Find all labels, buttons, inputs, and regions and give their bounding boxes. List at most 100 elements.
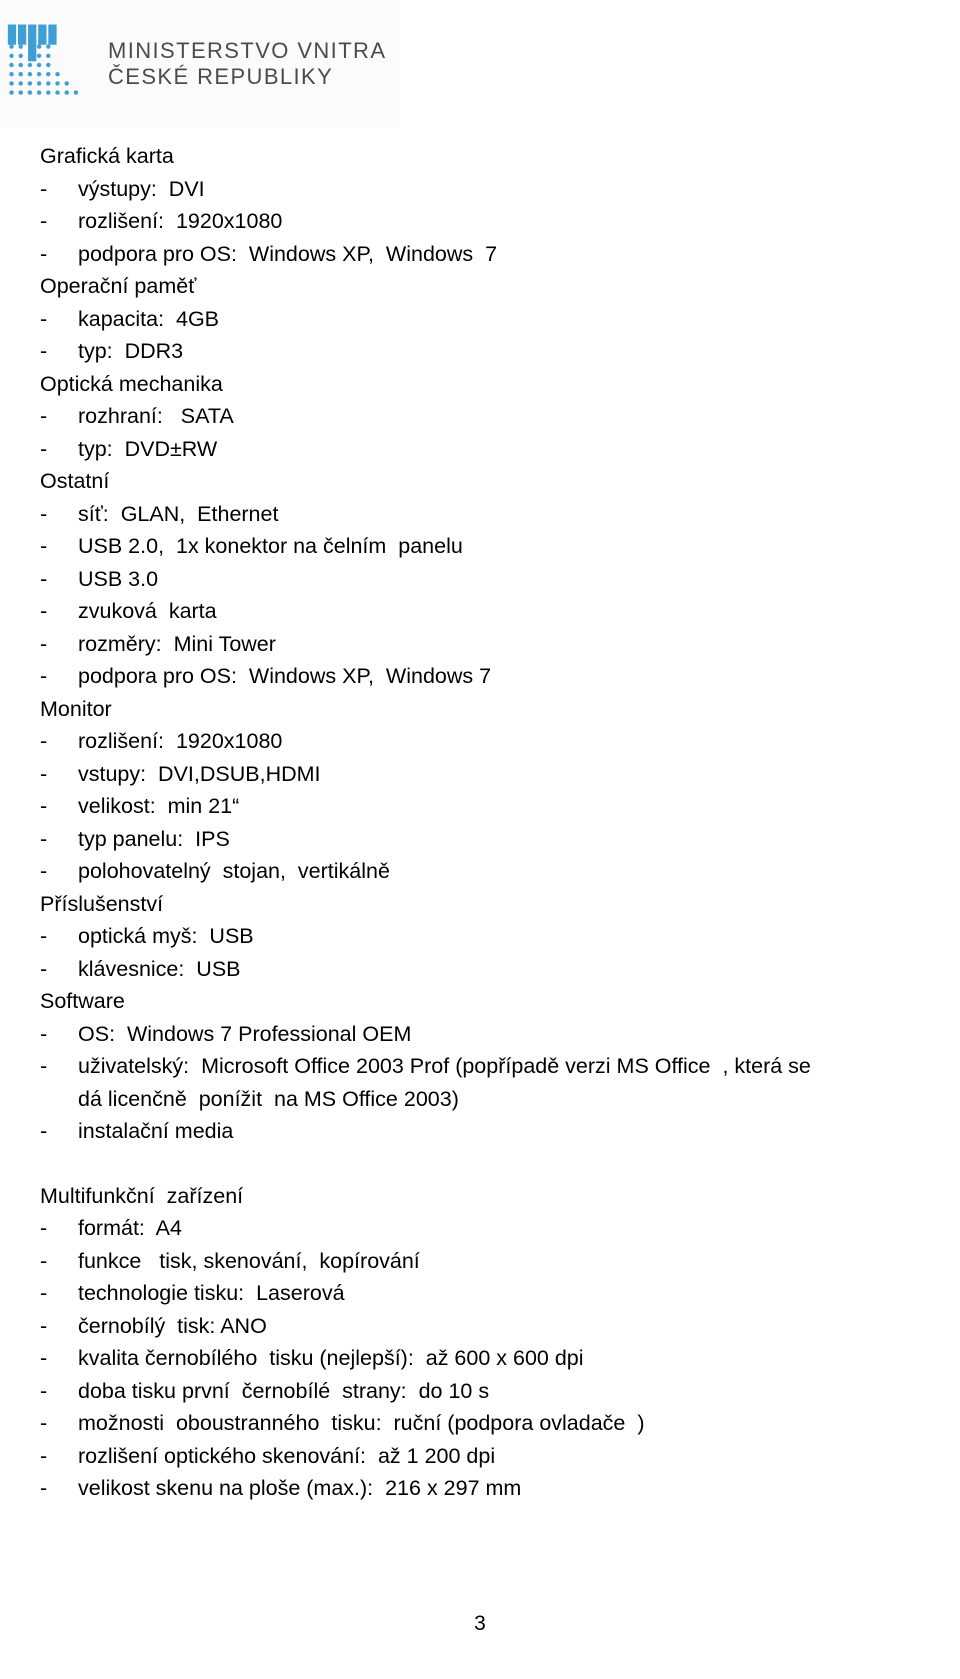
list-item-label: instalační media xyxy=(78,1119,234,1143)
list-item-label: optická myš: USB xyxy=(78,924,254,948)
list-item: - zvuková karta xyxy=(40,595,920,628)
list-item-continuation: dá licenčně ponížit na MS Office 2003) xyxy=(78,1086,459,1111)
section-heading: Operační paměť xyxy=(40,274,197,298)
bullet-dash-icon: - xyxy=(40,306,48,331)
list-item: - technologie tisku: Laserová xyxy=(40,1277,920,1310)
bullet-dash-icon: - xyxy=(40,1443,48,1468)
bullet-dash-icon: - xyxy=(40,501,48,526)
list-item: - instalační media xyxy=(40,1115,920,1148)
list-item-label: technologie tisku: Laserová xyxy=(78,1281,345,1305)
ministry-name-line-2: ČESKÉ REPUBLIKY xyxy=(108,64,334,89)
bullet-dash-icon: - xyxy=(40,436,48,461)
list-item: - funkce tisk, skenování, kopírování xyxy=(40,1245,920,1278)
list-item: - optická myš: USB xyxy=(40,920,920,953)
list-item: - kvalita černobílého tisku (nejlepší): a… xyxy=(40,1342,920,1375)
bullet-dash-icon: - xyxy=(40,1411,48,1435)
list-item: - síť: GLAN, Ethernet xyxy=(40,498,920,531)
list-item: - USB 2.0, 1x konektor na čelním panelu xyxy=(40,530,920,563)
list-item: - USB 3.0 xyxy=(40,563,920,596)
bullet-dash-icon: - xyxy=(40,859,48,883)
list-item: - možnosti oboustranného tisku: ruční (po… xyxy=(40,1407,920,1440)
list-item: - typ: DDR3 xyxy=(40,335,920,368)
list-item: - podpora pro OS: Windows XP, Windows 7 xyxy=(40,660,920,693)
list-item-label: černobílý tisk: ANO xyxy=(78,1313,267,1338)
list-item: - velikost: min 21“ xyxy=(40,790,920,823)
list-item-label: podpora pro OS: Windows XP, Windows 7 xyxy=(78,664,492,688)
list-item: - vstupy: DVI,DSUB,HDMI xyxy=(40,758,920,791)
list-item: - formát: A4 xyxy=(40,1212,920,1245)
list-item-label: formát: A4 xyxy=(78,1216,182,1240)
list-item: - typ panelu: IPS xyxy=(40,823,920,856)
list-item: - podpora pro OS: Windows XP, Windows 7 xyxy=(40,238,920,271)
list-item-label: rozlišení optického skenování: až 1 200 … xyxy=(78,1443,496,1468)
list-item-label: rozměry: Mini Tower xyxy=(78,631,276,656)
bullet-dash-icon: - xyxy=(40,1119,48,1143)
bullet-dash-icon: - xyxy=(40,566,48,591)
list-item-label: USB 3.0 xyxy=(78,566,159,591)
bullet-dash-icon: - xyxy=(40,241,48,266)
list-item-label: USB 2.0, 1x konektor na čelním panelu xyxy=(78,534,463,558)
document-header-logo: MINISTERSTVO VNITRA ČESKÉ REPUBLIKY xyxy=(0,0,400,128)
list-item: - kapacita: 4GB xyxy=(40,303,920,336)
bullet-dash-icon: - xyxy=(40,176,48,201)
document-body: Grafická karta - výstupy: DVI - rozlišení: 1… xyxy=(40,140,920,1505)
list-item: - rozlišení: 1920x1080 xyxy=(40,205,920,238)
section-heading: Příslušenství xyxy=(40,891,164,916)
bullet-dash-icon: - xyxy=(40,534,48,558)
section-heading: Software xyxy=(40,989,125,1013)
list-item-label: polohovatelný stojan, vertikálně xyxy=(78,859,390,883)
ministry-logo-icon xyxy=(7,24,79,95)
list-item-label: velikost: min 21“ xyxy=(78,794,240,818)
list-item-label: typ: DVD±RW xyxy=(78,436,218,461)
list-item-label: síť: GLAN, Ethernet xyxy=(78,501,279,526)
bullet-dash-icon: - xyxy=(40,794,48,818)
section-heading: Multifunkční zařízení xyxy=(40,1183,244,1208)
list-item-label: rozhraní: SATA xyxy=(78,404,234,428)
section-heading: Optická mechanika xyxy=(40,371,223,396)
bullet-dash-icon: - xyxy=(40,404,48,428)
bullet-dash-icon: - xyxy=(40,956,48,981)
list-item: - OS: Windows 7 Professional OEM xyxy=(40,1018,920,1051)
section-heading: Ostatní xyxy=(40,469,110,493)
bullet-dash-icon: - xyxy=(40,1281,48,1305)
list-item: - klávesnice: USB xyxy=(40,953,920,986)
list-item-label: doba tisku první černobílé strany: do 10… xyxy=(78,1378,490,1403)
bullet-dash-icon: - xyxy=(40,1054,48,1078)
list-item-label: podpora pro OS: Windows XP, Windows 7 xyxy=(78,241,498,266)
page-number: 3 xyxy=(474,1612,486,1635)
bullet-dash-icon: - xyxy=(40,1476,48,1500)
list-item: - rozlišení: 1920x1080 xyxy=(40,725,920,758)
list-item-label: kapacita: 4GB xyxy=(78,306,220,331)
list-item: - rozměry: Mini Tower xyxy=(40,628,920,661)
bullet-dash-icon: - xyxy=(40,729,48,753)
list-item-label: možnosti oboustranného tisku: ruční (pod… xyxy=(78,1411,645,1435)
bullet-dash-icon: - xyxy=(40,1313,48,1338)
list-item: - rozhraní: SATA xyxy=(40,400,920,433)
list-item-label: klávesnice: USB xyxy=(78,956,241,981)
section-heading: Monitor xyxy=(40,696,112,721)
list-item-label: typ: DDR3 xyxy=(78,339,184,363)
list-item: - uživatelský: Microsoft Office 2003 Prof… xyxy=(40,1050,920,1083)
ministry-name-line-1: MINISTERSTVO VNITRA xyxy=(108,38,387,64)
section-heading: Grafická karta xyxy=(40,144,174,168)
list-item-label: typ panelu: IPS xyxy=(78,826,230,851)
list-item: - typ: DVD±RW xyxy=(40,433,920,466)
list-item-label: zvuková karta xyxy=(78,599,217,623)
bullet-dash-icon: - xyxy=(40,761,48,786)
list-item-label: kvalita černobílého tisku (nejlepší): až… xyxy=(78,1346,584,1370)
list-item-label: uživatelský: Microsoft Office 2003 Prof … xyxy=(78,1054,811,1078)
list-item: - rozlišení optického skenování: až 1 200… xyxy=(40,1440,920,1473)
list-item: - velikost skenu na ploše (max.): 216 x 2… xyxy=(40,1472,920,1505)
list-item: - výstupy: DVI xyxy=(40,173,920,206)
bullet-dash-icon: - xyxy=(40,599,48,623)
list-item-label: rozlišení: 1920x1080 xyxy=(78,729,283,753)
list-item: - doba tisku první černobílé strany: do 1… xyxy=(40,1375,920,1408)
list-item-label: rozlišení: 1920x1080 xyxy=(78,209,283,233)
bullet-dash-icon: - xyxy=(40,664,48,688)
list-item: - černobílý tisk: ANO xyxy=(40,1310,920,1343)
bullet-dash-icon: - xyxy=(40,1248,48,1273)
bullet-dash-icon: - xyxy=(40,1021,48,1046)
list-item-label: velikost skenu na ploše (max.): 216 x 29… xyxy=(78,1476,522,1500)
list-item-label: vstupy: DVI,DSUB,HDMI xyxy=(78,761,321,786)
